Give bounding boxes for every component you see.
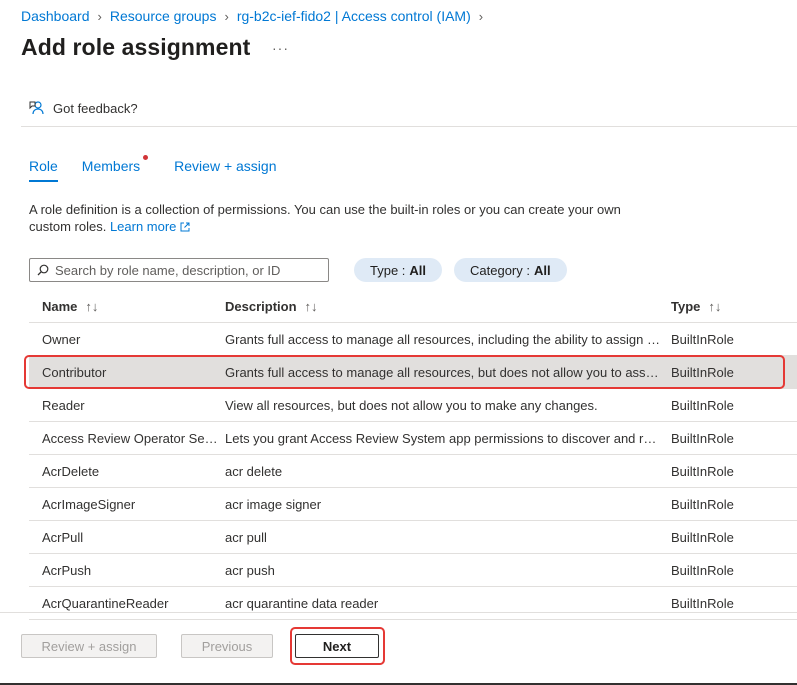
role-name: AcrDelete <box>42 463 100 479</box>
page-title: Add role assignment <box>21 34 251 60</box>
role-name: AcrPush <box>42 562 92 578</box>
column-header-name[interactable]: Name ↑↓ <box>42 299 218 314</box>
tab-members[interactable]: Members <box>81 155 149 182</box>
role-description-cell: acr image signer <box>225 496 322 512</box>
role-name: Owner <box>42 331 81 347</box>
sort-icon[interactable]: ↑↓ <box>85 299 98 314</box>
role-type: BuiltInRole <box>671 562 734 578</box>
feedback-link[interactable]: Got feedback? <box>29 100 138 116</box>
previous-button[interactable]: Previous <box>181 634 273 658</box>
roles-table: Name ↑↓ Description ↑↓ Type ↑↓ Owner Grants… <box>29 290 797 620</box>
learn-more-link[interactable]: Learn more <box>110 219 190 234</box>
table-header: Name ↑↓ Description ↑↓ Type ↑↓ <box>29 290 797 323</box>
learn-more-label: Learn more <box>109 219 177 234</box>
role-type: BuiltInRole <box>671 496 734 512</box>
table-row[interactable]: AcrPull acr pull BuiltInRole <box>29 521 797 554</box>
table-row[interactable]: Owner Grants full access to manage all r… <box>29 323 797 356</box>
feedback-label: Got feedback? <box>53 100 138 116</box>
role-name: Access Review Operator Serv... <box>42 430 218 446</box>
chevron-right-icon: › <box>478 8 484 24</box>
divider <box>21 126 797 127</box>
footer-divider <box>0 612 797 613</box>
table-row[interactable]: AcrDelete acr delete BuiltInRole <box>29 455 797 488</box>
tab-bar: Role Members Review + assign <box>29 155 300 182</box>
table-row[interactable]: Reader View all resources, but does not … <box>29 389 797 422</box>
type-filter-label: Type : <box>370 262 406 278</box>
role-type: BuiltInRole <box>671 463 734 479</box>
role-name: Contributor <box>42 364 107 380</box>
column-header-type[interactable]: Type ↑↓ <box>671 299 791 314</box>
column-header-type-label: Type <box>671 298 701 314</box>
more-options-icon[interactable]: ··· <box>272 40 289 56</box>
table-row[interactable]: AcrImageSigner acr image signer BuiltInR… <box>29 488 797 521</box>
role-description-cell: Lets you grant Access Review System app … <box>225 430 661 446</box>
role-name: AcrImageSigner <box>42 496 136 512</box>
tab-members-label: Members <box>81 158 141 174</box>
role-description-cell: Grants full access to manage all resourc… <box>225 364 661 380</box>
role-name: AcrQuarantineReader <box>42 595 169 611</box>
role-type: BuiltInRole <box>671 331 734 347</box>
table-row-selected[interactable]: Contributor Grants full access to manage… <box>29 356 797 389</box>
type-filter[interactable]: Type : All <box>354 258 443 282</box>
table-row[interactable]: AcrPush acr push BuiltInRole <box>29 554 797 587</box>
review-assign-button[interactable]: Review + assign <box>21 634 157 658</box>
sort-icon[interactable]: ↑↓ <box>305 299 318 314</box>
feedback-icon <box>29 101 44 115</box>
role-type: BuiltInRole <box>671 595 734 611</box>
breadcrumb-access-control[interactable]: rg-b2c-ief-fido2 | Access control (IAM) <box>237 8 471 24</box>
table-row[interactable]: AcrQuarantineReader acr quarantine data … <box>29 587 797 620</box>
chevron-right-icon: › <box>97 8 102 24</box>
role-type: BuiltInRole <box>671 397 734 413</box>
role-type: BuiltInRole <box>671 529 734 545</box>
role-description-cell: View all resources, but does not allow y… <box>225 397 598 413</box>
breadcrumb: Dashboard › Resource groups › rg-b2c-ief… <box>21 8 491 24</box>
role-description-cell: acr quarantine data reader <box>225 595 379 611</box>
role-name: Reader <box>42 397 85 413</box>
search-icon <box>37 264 49 276</box>
external-link-icon <box>180 222 190 232</box>
role-search-box[interactable] <box>29 258 329 282</box>
role-name: AcrPull <box>42 529 84 545</box>
column-header-description-label: Description <box>225 298 297 314</box>
role-description-cell: acr delete <box>225 463 283 479</box>
required-indicator-icon <box>143 155 149 160</box>
column-header-name-label: Name <box>42 298 78 314</box>
breadcrumb-resource-groups[interactable]: Resource groups <box>110 8 217 24</box>
role-type: BuiltInRole <box>671 364 734 380</box>
role-description: A role definition is a collection of per… <box>29 201 639 235</box>
category-filter-label: Category : <box>470 262 530 278</box>
search-input[interactable] <box>55 262 315 278</box>
sort-icon[interactable]: ↑↓ <box>708 299 721 314</box>
role-description-cell: acr push <box>225 562 275 578</box>
role-description-cell: acr pull <box>225 529 267 545</box>
table-row[interactable]: Access Review Operator Serv... Lets you … <box>29 422 797 455</box>
chevron-right-icon: › <box>224 8 229 24</box>
category-filter-value: All <box>533 262 551 278</box>
type-filter-value: All <box>409 262 427 278</box>
column-header-description[interactable]: Description ↑↓ <box>225 299 661 314</box>
tab-review-assign[interactable]: Review + assign <box>174 158 276 182</box>
breadcrumb-dashboard[interactable]: Dashboard <box>21 8 90 24</box>
role-type: BuiltInRole <box>671 430 734 446</box>
next-button[interactable]: Next <box>295 634 379 658</box>
role-description-cell: Grants full access to manage all resourc… <box>225 331 661 347</box>
tab-role[interactable]: Role <box>29 158 58 182</box>
category-filter[interactable]: Category : All <box>454 258 567 282</box>
